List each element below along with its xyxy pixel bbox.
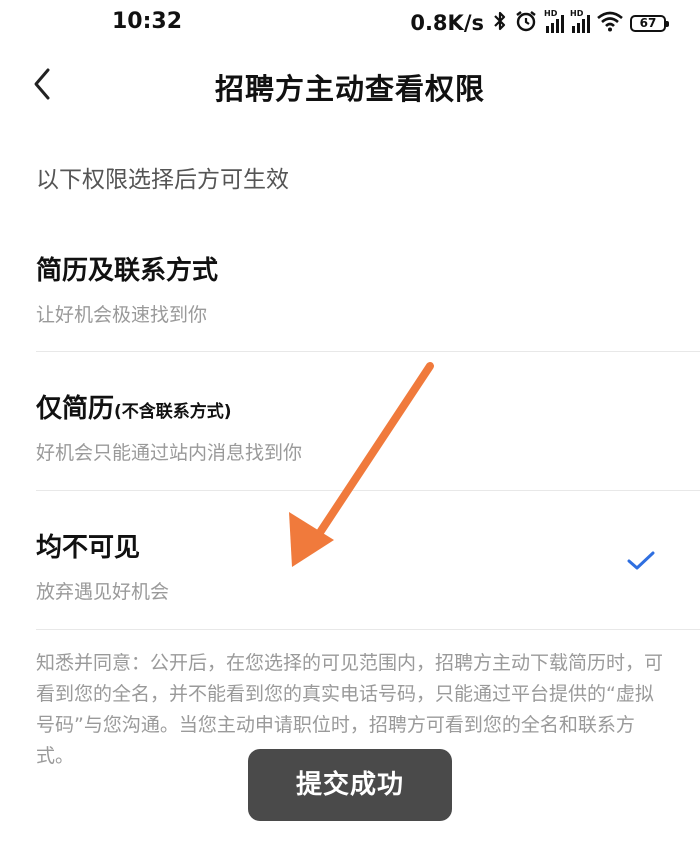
hint-text: 以下权限选择后方可生效	[36, 167, 289, 193]
network-speed: 0.8K/s	[410, 11, 484, 35]
option-title: 简历及联系方式	[36, 256, 219, 286]
option-subtitle: 好机会只能通过站内消息找到你	[36, 442, 303, 464]
option-subtitle: 让好机会极速找到你	[36, 304, 208, 326]
page-title: 招聘方主动查看权限	[214, 72, 485, 106]
option-title: 均不可见	[36, 533, 141, 563]
option-title: 仅简历(不含联系方式)	[36, 388, 232, 425]
bluetooth-icon	[492, 10, 508, 36]
battery-icon: 67	[630, 14, 669, 32]
option-title-note: (不含联系方式)	[114, 402, 232, 422]
option-title-main: 仅简历	[36, 394, 115, 424]
option-invisible[interactable]: 均不可见 放弃遇见好机会	[0, 491, 700, 629]
success-toast: 提交成功	[248, 749, 452, 821]
wifi-icon	[596, 10, 624, 36]
divider	[36, 629, 700, 630]
checkmark-icon	[627, 551, 655, 570]
status-bar: 10:32 0.8K/s HD HD 67	[0, 0, 700, 46]
option-resume-and-contact[interactable]: 简历及联系方式 让好机会极速找到你	[0, 230, 700, 352]
status-time: 10:32	[112, 9, 183, 34]
alarm-icon	[514, 9, 538, 37]
option-subtitle: 放弃遇见好机会	[36, 581, 170, 603]
option-resume-only[interactable]: 仅简历(不含联系方式) 好机会只能通过站内消息找到你	[0, 352, 700, 490]
status-icons: 0.8K/s HD HD 67	[410, 9, 669, 37]
signal-hd-icon: HD	[570, 9, 590, 33]
nav-bar: 招聘方主动查看权限	[0, 46, 700, 124]
signal-hd-icon: HD	[544, 9, 564, 33]
